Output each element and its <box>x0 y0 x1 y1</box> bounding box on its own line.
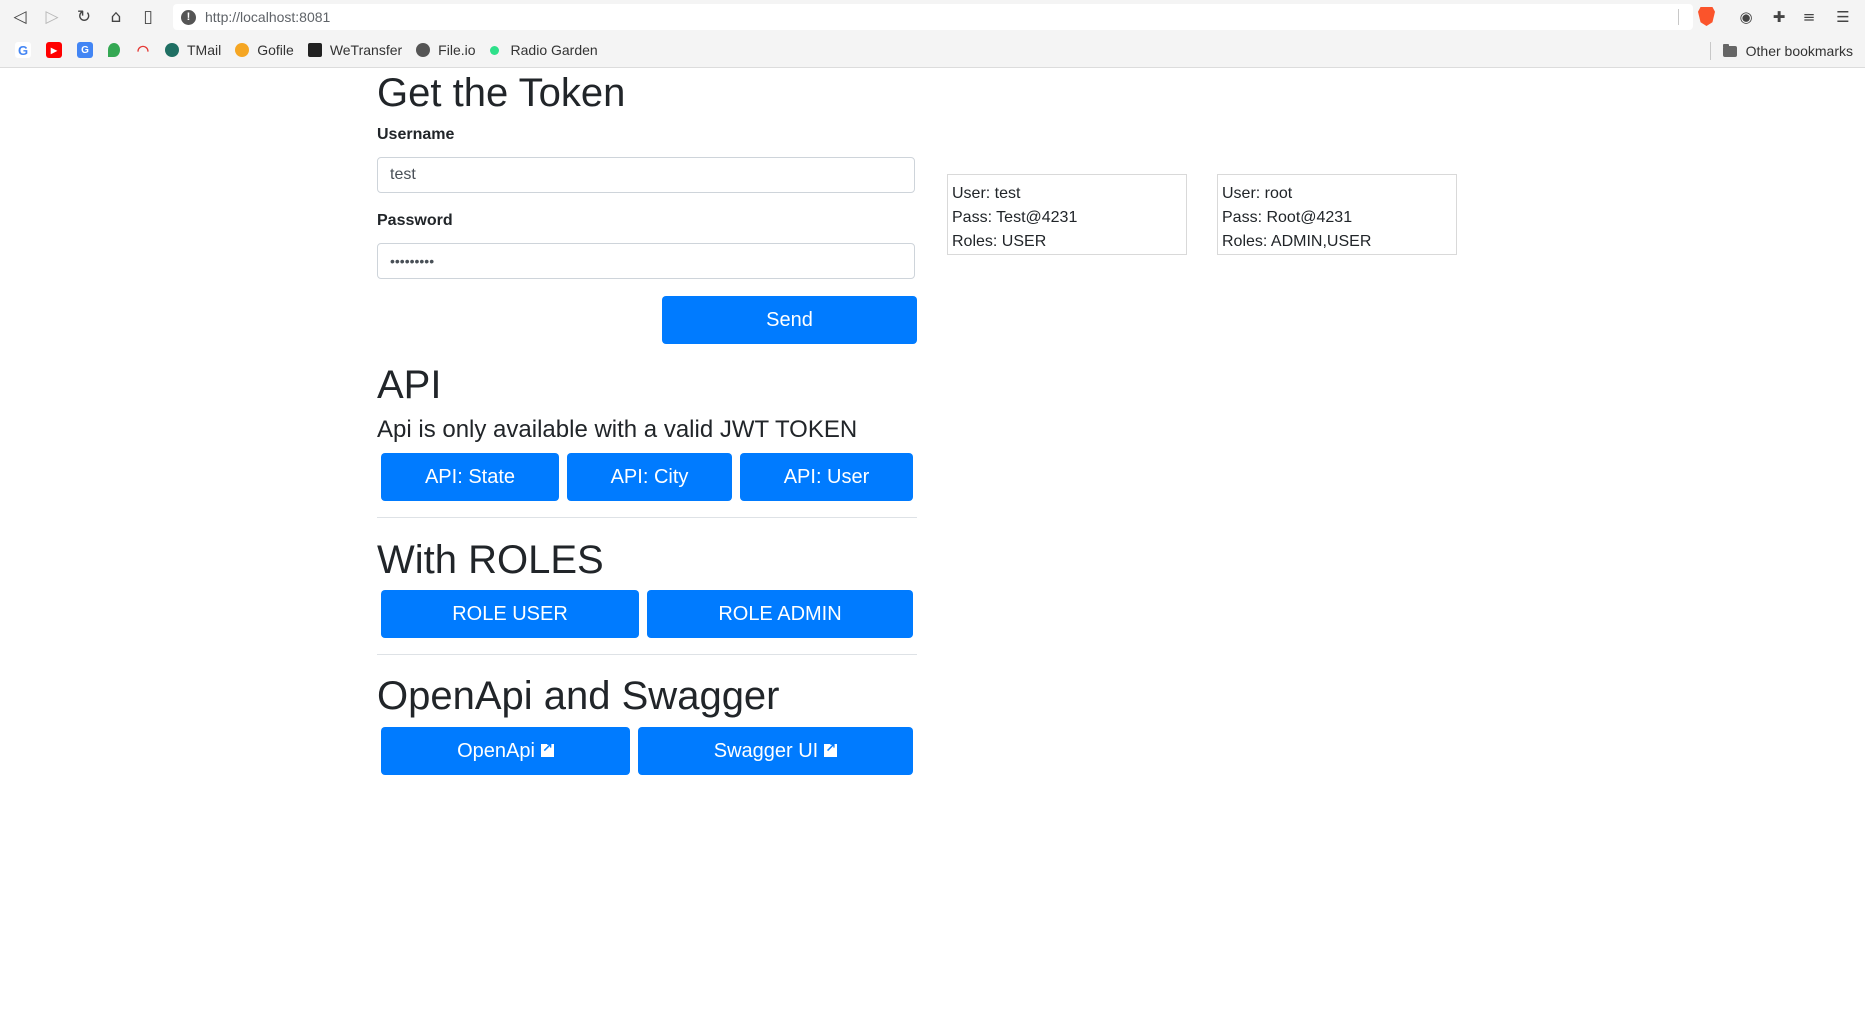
page-content: Get the Token Username test Password •••… <box>0 68 1865 1022</box>
credentials-card-test: User: test Pass: Test@4231 Roles: USER <box>947 174 1187 255</box>
api-state-button[interactable]: API: State <box>381 453 559 501</box>
bookmark-tmail[interactable]: TMail <box>165 42 221 58</box>
cred-pass: Pass: Root@4231 <box>1222 209 1353 226</box>
site-info-icon[interactable]: ! <box>181 9 196 25</box>
api-description: Api is only available with a valid JWT T… <box>377 416 858 443</box>
swagger-ui-button[interactable]: Swagger UI <box>638 727 913 775</box>
other-bookmarks[interactable]: Other bookmarks <box>1710 42 1853 60</box>
browser-toolbar: ◁ ▷ ↻ ⌂ ▯ ! http://localhost:8081 ◉ ✚ ≡ … <box>0 0 1865 33</box>
divider <box>377 654 917 655</box>
swagger-ui-button-label: Swagger UI <box>713 739 819 762</box>
openapi-title: OpenApi and Swagger <box>377 674 780 718</box>
cred-user: User: test <box>952 185 1021 202</box>
menu-icon[interactable]: ☰ <box>1832 6 1854 28</box>
bookmark-icon[interactable]: ▯ <box>132 0 164 33</box>
bookmarks-bar: G ▶ G ◠ TMail Gofile WeTransfer File.io … <box>0 33 1865 68</box>
radio-garden-icon <box>489 45 499 55</box>
home-icon[interactable]: ⌂ <box>100 0 132 33</box>
cred-pass: Pass: Test@4231 <box>952 209 1078 226</box>
google-icon[interactable]: G <box>15 42 31 58</box>
puzzle-icon[interactable]: ✚ <box>1768 6 1790 28</box>
password-label: Password <box>377 212 453 229</box>
username-label: Username <box>377 126 455 143</box>
cred-roles: Roles: USER <box>952 233 1047 250</box>
api-city-button[interactable]: API: City <box>567 453 732 501</box>
send-button[interactable]: Send <box>662 296 917 344</box>
external-link-icon <box>540 741 554 757</box>
forward-icon[interactable]: ▷ <box>36 0 68 33</box>
bookmark-label: File.io <box>438 42 476 58</box>
external-link-icon <box>824 741 838 757</box>
brave-shields-icon[interactable] <box>1698 7 1715 26</box>
api-user-button[interactable]: API: User <box>740 453 913 501</box>
openapi-button-label: OpenApi <box>457 739 535 762</box>
password-input[interactable]: ••••••••• <box>377 243 915 279</box>
gofile-icon <box>235 43 250 57</box>
cred-user: User: root <box>1222 185 1293 202</box>
playlist-icon[interactable]: ≡ <box>1798 6 1820 28</box>
cred-roles: Roles: ADMIN,USER <box>1222 233 1372 250</box>
url-text[interactable]: http://localhost:8081 <box>205 9 330 25</box>
address-bar[interactable]: ! http://localhost:8081 <box>173 4 1693 30</box>
wetransfer-icon <box>307 43 322 57</box>
bookmark-label: Radio Garden <box>510 42 598 58</box>
bookmark-gofile[interactable]: Gofile <box>235 42 294 58</box>
address-bar-divider <box>1678 9 1679 25</box>
back-icon[interactable]: ◁ <box>4 0 36 33</box>
roles-title: With ROLES <box>377 538 604 582</box>
extension-icon[interactable]: ◉ <box>1735 6 1757 28</box>
divider <box>377 517 917 518</box>
bookmark-label: TMail <box>187 42 222 58</box>
bookmark-label: WeTransfer <box>329 42 403 58</box>
role-admin-button[interactable]: ROLE ADMIN <box>647 590 913 638</box>
tmail-icon <box>165 43 179 57</box>
bookmark-wetransfer[interactable]: WeTransfer <box>307 42 403 58</box>
folder-icon <box>1722 43 1737 57</box>
speedtest-icon[interactable]: ◠ <box>135 42 151 58</box>
role-user-button[interactable]: ROLE USER <box>381 590 639 638</box>
openapi-button[interactable]: OpenApi <box>381 727 630 775</box>
username-input[interactable]: test <box>377 157 915 193</box>
maps-icon[interactable] <box>108 43 120 57</box>
bookmark-fileio[interactable]: File.io <box>416 42 476 58</box>
globe-icon <box>416 43 431 57</box>
other-bookmarks-label: Other bookmarks <box>1745 43 1853 59</box>
translate-icon[interactable]: G <box>77 42 93 58</box>
bookmark-radio-garden[interactable]: Radio Garden <box>489 42 598 58</box>
youtube-icon[interactable]: ▶ <box>46 42 62 58</box>
token-title: Get the Token <box>377 71 626 115</box>
api-title: API <box>377 363 442 407</box>
credentials-card-root: User: root Pass: Root@4231 Roles: ADMIN,… <box>1217 174 1457 255</box>
bookmark-label: Gofile <box>257 42 294 58</box>
reload-icon[interactable]: ↻ <box>68 0 100 33</box>
